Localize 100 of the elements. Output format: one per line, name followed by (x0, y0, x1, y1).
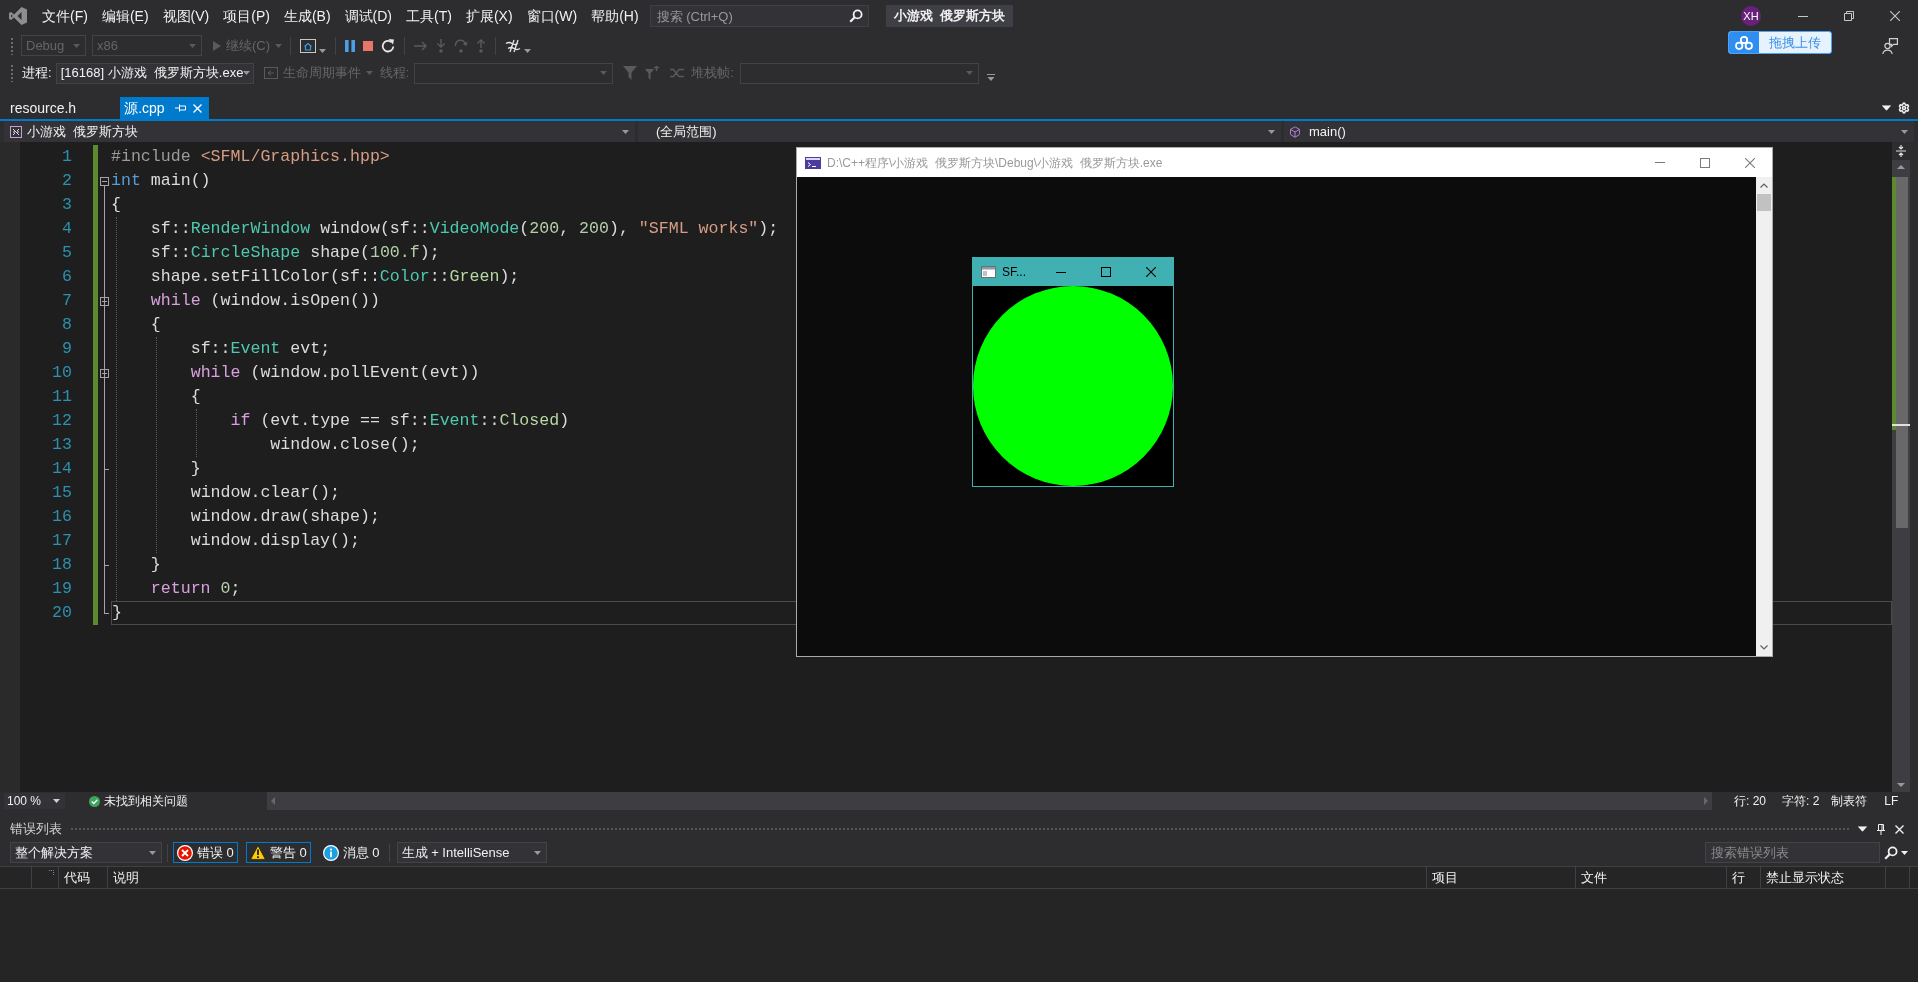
scope-dropdown[interactable]: 整个解决方案 (10, 842, 162, 863)
caret-icon (1268, 129, 1275, 134)
menu-item[interactable]: 调试(D) (337, 4, 399, 28)
code-line: while (window.pollEvent(evt)) (190, 361, 480, 384)
column-header[interactable]: 代码 (59, 867, 108, 888)
code-line: { (150, 313, 161, 336)
line-number: 12 (52, 409, 72, 432)
menu-item[interactable]: 窗口(W) (519, 4, 585, 28)
line-number: 11 (52, 385, 72, 408)
column-header[interactable]: 说明 (108, 867, 1427, 888)
panel-title: 错误列表 (9, 820, 62, 839)
search-icon[interactable] (848, 9, 863, 23)
pause-icon (345, 39, 356, 52)
pin-icon[interactable] (1877, 823, 1885, 835)
error-icon (177, 844, 193, 861)
scope-dropdown[interactable]: (全局范围) (638, 121, 1281, 142)
toolbar-overflow-icon[interactable] (986, 73, 995, 81)
code-line: sf::Event evt; (190, 337, 331, 360)
line-number: 19 (52, 577, 72, 600)
filter-toggle[interactable]: 消息 0 (318, 842, 384, 863)
code-line: } (112, 601, 122, 624)
scroll-down-icon[interactable] (1760, 645, 1768, 650)
scrollbar-thumb[interactable] (1896, 177, 1908, 528)
arrow-right-icon (414, 40, 429, 51)
line-number: 3 (62, 193, 72, 216)
source-dropdown[interactable]: 生成 + IntelliSense (396, 842, 547, 863)
line-number: 2 (62, 169, 72, 192)
process-label: 进程: (22, 64, 52, 83)
search-field[interactable]: 搜索错误列表 (1705, 842, 1880, 863)
scroll-down-icon[interactable] (1897, 783, 1905, 787)
caret-icon (189, 43, 196, 48)
column-header[interactable]: 文件 (1576, 867, 1727, 888)
search-field[interactable]: 搜索 (Ctrl+Q) (649, 5, 869, 27)
close-icon (1744, 157, 1755, 168)
maximize-icon (1100, 267, 1111, 277)
menu-item[interactable]: 编辑(E) (94, 4, 156, 28)
menu-item[interactable]: 工具(T) (399, 4, 459, 28)
caret-icon (1857, 826, 1868, 832)
indentation-mode[interactable]: 制表符 (1831, 792, 1868, 810)
filter-toggle[interactable]: 错误 0 (173, 842, 238, 863)
scroll-up-icon[interactable] (1897, 165, 1905, 169)
caret-icon (1881, 105, 1892, 111)
scroll-up-icon[interactable] (1760, 183, 1768, 188)
feedback-icon[interactable] (1882, 37, 1898, 54)
project-dropdown[interactable]: 小游戏 俄罗斯方块 (4, 121, 635, 142)
close-icon[interactable] (1895, 824, 1904, 834)
line-number: 16 (52, 505, 72, 528)
code-line: return 0; (150, 577, 241, 600)
code-line: shape.setFillColor(sf::Color::Green); (150, 265, 520, 288)
collapse-icon[interactable] (99, 176, 109, 186)
column-header[interactable]: 禁止显示状态 (1761, 867, 1886, 888)
code-line: window.display(); (190, 529, 360, 552)
caret-icon (53, 799, 60, 803)
code-line: } (190, 457, 201, 480)
line-number: 14 (52, 457, 72, 480)
editor-tab[interactable]: resource.h (0, 97, 121, 119)
console-icon (805, 156, 821, 169)
issues-status[interactable]: 未找到相关问题 (104, 792, 188, 810)
minimize-icon (1798, 15, 1808, 17)
menu-item[interactable]: 文件(F) (35, 4, 95, 28)
split-window-icon[interactable] (1896, 145, 1906, 157)
collapse-icon[interactable] (99, 368, 109, 378)
menu-item[interactable]: 项目(P) (216, 4, 277, 28)
search-icon[interactable] (1884, 845, 1898, 860)
code-line: window.clear(); (190, 481, 341, 504)
column-header[interactable]: 项目 (1427, 867, 1576, 888)
step-into-icon (436, 38, 447, 53)
line-number: 7 (62, 289, 72, 312)
caret-icon (622, 129, 629, 134)
menu-item[interactable]: 帮助(H) (584, 4, 646, 28)
restore-icon (1844, 11, 1854, 21)
menu-item[interactable]: 视图(V) (155, 4, 217, 28)
toolbar-grip[interactable] (10, 64, 14, 82)
line-number: 10 (52, 361, 72, 384)
column-header[interactable]: 行 (1727, 867, 1761, 888)
menu-item[interactable]: 生成(B) (276, 4, 338, 28)
line-number: 1 (62, 145, 72, 168)
process-dropdown[interactable]: [16168] 小游戏 俄罗斯方块.exe (55, 62, 254, 84)
column-filter-icon[interactable] (49, 870, 54, 875)
code-line: sf::CircleShape shape(100.f); (150, 241, 440, 264)
scrollbar-thumb[interactable] (1757, 194, 1771, 211)
member-dropdown[interactable]: main() (1284, 121, 1914, 142)
line-ending[interactable]: LF (1884, 792, 1899, 810)
filter-toggle[interactable]: 警告 0 (245, 842, 311, 863)
line-number: 8 (62, 313, 72, 336)
line-position: 行: 20 (1734, 793, 1766, 810)
window-title: SF... (1002, 264, 1026, 281)
zoom-dropdown[interactable]: 100 % (4, 793, 65, 809)
check-icon (89, 795, 100, 807)
account-avatar[interactable]: XH (1741, 6, 1761, 26)
step-out-icon (476, 38, 487, 53)
caret-icon (965, 71, 973, 75)
settings-icon[interactable] (1898, 102, 1910, 114)
line-number: 9 (62, 337, 72, 360)
collapse-icon[interactable] (99, 296, 109, 306)
caret-icon (73, 43, 80, 48)
code-line: #include <SFML/Graphics.hpp> (111, 145, 390, 168)
menu-item[interactable]: 扩展(X) (458, 4, 520, 28)
toolbar-grip[interactable] (10, 36, 14, 55)
close-icon (1145, 267, 1156, 277)
